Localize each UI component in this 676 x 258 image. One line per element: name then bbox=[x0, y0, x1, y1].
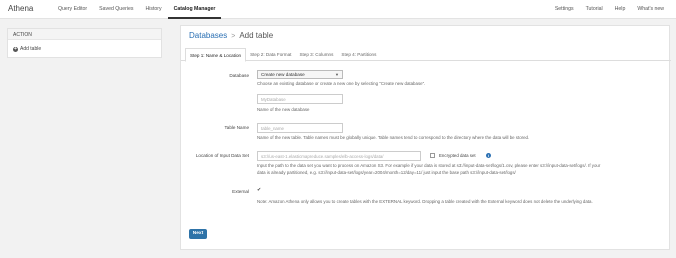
checkmark-icon: ✔ bbox=[257, 187, 262, 193]
nav-settings[interactable]: Settings bbox=[549, 0, 580, 19]
action-sidebar: ACTION + Add table bbox=[7, 28, 162, 58]
breadcrumb-databases[interactable]: Databases bbox=[189, 31, 227, 40]
nav-catalog-manager[interactable]: Catalog Manager bbox=[167, 0, 222, 19]
encrypted-label: Encrypted data set bbox=[439, 153, 476, 158]
new-database-input[interactable]: MyDatabase bbox=[257, 94, 343, 104]
location-help-line1: Input the path to the data set you want … bbox=[257, 163, 601, 168]
nav-help[interactable]: Help bbox=[609, 0, 632, 19]
nav-tutorial[interactable]: Tutorial bbox=[580, 0, 609, 19]
tab-data-format[interactable]: Step 2: Data Format bbox=[246, 48, 295, 61]
location-label: Location of Input Data Set bbox=[195, 153, 249, 158]
location-input[interactable]: s3://us-east-1.elasticmapreduce.samples/… bbox=[257, 151, 421, 161]
next-button[interactable]: Next bbox=[189, 229, 207, 239]
external-note: Note: Amazon Athena only allows you to c… bbox=[257, 199, 593, 204]
plus-circle-icon: + bbox=[13, 45, 18, 52]
nav-whats-new[interactable]: What's new bbox=[631, 0, 670, 19]
nav-history[interactable]: History bbox=[139, 0, 167, 19]
main-panel: Databases > Add table Step 1: Name & Loc… bbox=[180, 25, 671, 250]
breadcrumb-separator: > bbox=[231, 33, 236, 40]
database-select-value: Create new database bbox=[261, 72, 305, 77]
tab-columns[interactable]: Step 3: Columns bbox=[295, 48, 337, 61]
external-label: External bbox=[232, 189, 249, 194]
page-title: Add table bbox=[239, 31, 274, 40]
sidebar-header: ACTION bbox=[8, 29, 161, 40]
database-help: Choose an existing database or create a … bbox=[257, 81, 426, 86]
new-database-help: Name of the new database bbox=[257, 107, 310, 112]
nav-query-editor[interactable]: Query Editor bbox=[52, 0, 93, 19]
encrypted-checkbox[interactable] bbox=[430, 153, 435, 158]
table-name-input[interactable]: table_name bbox=[257, 123, 343, 133]
database-label: Database bbox=[229, 73, 249, 78]
add-table-action[interactable]: + Add table bbox=[8, 40, 161, 58]
wizard-tabs: Step 1: Name & Location Step 2: Data For… bbox=[181, 48, 671, 62]
nav-saved-queries[interactable]: Saved Queries bbox=[93, 0, 139, 19]
caret-down-icon: ▼ bbox=[335, 72, 339, 77]
brand-logo[interactable]: Athena bbox=[8, 4, 33, 13]
table-name-label: Table Name bbox=[224, 125, 249, 130]
info-icon[interactable]: i bbox=[486, 153, 491, 158]
database-select[interactable]: Create new database ▼ bbox=[257, 70, 343, 79]
breadcrumb: Databases > Add table bbox=[189, 31, 273, 40]
table-name-help: Name of the new table. Table names must … bbox=[257, 135, 530, 140]
top-navbar: Athena Query Editor Saved Queries Histor… bbox=[0, 0, 676, 19]
nav-left: Query Editor Saved Queries History Catal… bbox=[52, 0, 222, 19]
tab-name-location[interactable]: Step 1: Name & Location bbox=[185, 48, 247, 62]
add-table-label: Add table bbox=[20, 46, 42, 52]
nav-right: Settings Tutorial Help What's new bbox=[549, 0, 670, 19]
location-help-line2: data is already partitioned, e.g. s3://i… bbox=[257, 170, 516, 175]
tab-partitions[interactable]: Step 4: Partitions bbox=[337, 48, 380, 61]
